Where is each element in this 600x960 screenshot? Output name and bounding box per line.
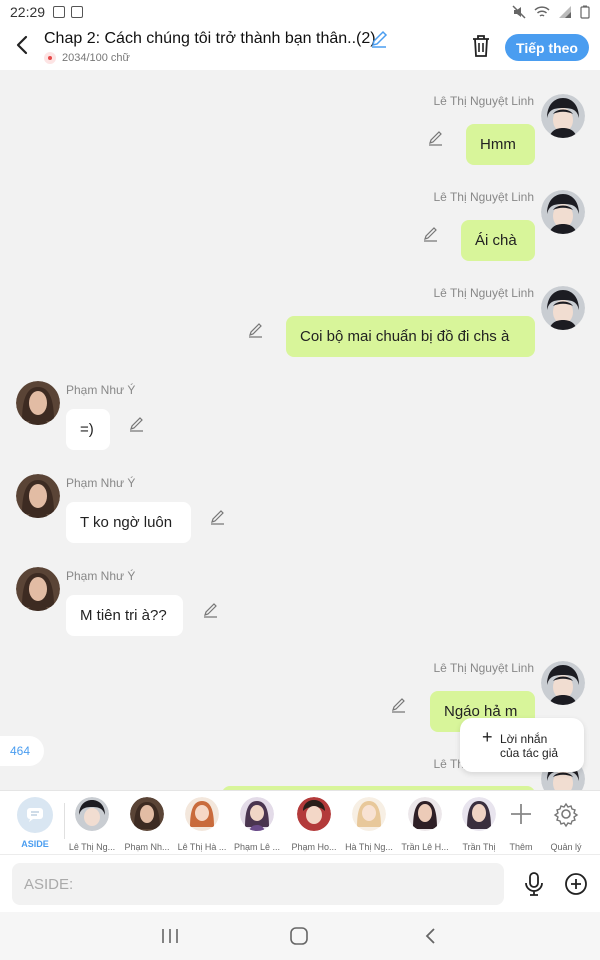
character-label: Hà Thị Ng...	[345, 842, 393, 852]
avatar[interactable]	[541, 661, 585, 705]
character-avatar	[297, 797, 331, 831]
character-avatar	[240, 797, 274, 831]
character-avatar	[408, 797, 442, 831]
aside-avatar	[17, 797, 53, 833]
character-bar: ASIDE Lê Thị Ng... Phạm Nh... Lê Thị Hà …	[0, 790, 600, 854]
message-bubble[interactable]: M tiên tri à??	[66, 595, 183, 636]
sender-name: Lê Thị Nguyệt Linh	[433, 661, 534, 675]
edit-title-pencil-icon[interactable]	[370, 30, 388, 48]
character-avatar	[462, 797, 496, 831]
chapter-title: Chap 2: Cách chúng tôi trở thành bạn thâ…	[44, 30, 376, 47]
character-avatar	[75, 797, 109, 831]
wifi-icon	[534, 6, 550, 17]
message-bubble[interactable]: Coi bộ mai chuẩn bị đồ đi chs à	[286, 316, 535, 357]
message-count-badge[interactable]: 464	[0, 736, 44, 766]
edit-message-pencil-icon[interactable]	[428, 130, 444, 146]
author-note-button[interactable]: + Lời nhắn của tác giả	[460, 718, 584, 772]
word-count: 2034/100 chữ	[44, 52, 130, 64]
edit-message-pencil-icon[interactable]	[248, 322, 264, 338]
character-label: Trần Lê H...	[401, 842, 449, 852]
word-count-text: 2034/100 chữ	[62, 52, 130, 64]
edit-message-pencil-icon[interactable]	[129, 416, 145, 432]
signal-icon	[559, 6, 571, 18]
message-bubble[interactable]: Ái chà	[461, 220, 535, 261]
status-time: 22:29	[10, 4, 46, 20]
system-nav-bar	[0, 912, 600, 960]
message-bubble[interactable]: T ko ngờ luôn	[66, 502, 191, 543]
character-label: Lê Thị Ng...	[68, 842, 116, 852]
character-item[interactable]: Lê Thị Ng...	[64, 797, 120, 852]
back-arrow-icon[interactable]	[12, 34, 34, 56]
sender-name: Phạm Như Ý	[66, 569, 136, 583]
status-bar: 22:29	[0, 0, 600, 24]
character-label: Quản lý	[550, 842, 582, 852]
character-label: ASIDE	[21, 839, 49, 849]
add-circle-icon[interactable]	[564, 872, 588, 896]
character-item[interactable]: Hà Thị Ng...	[341, 797, 397, 852]
author-note-label-1: Lời nhắn	[500, 732, 548, 746]
sender-name: Lê Thị Nguyệt Linh	[433, 94, 534, 108]
character-label: Phạm Nh...	[124, 842, 170, 852]
character-avatar	[352, 797, 386, 831]
sender-name: Phạm Như Ý	[66, 476, 136, 490]
record-dot-icon	[44, 52, 56, 64]
chat-area[interactable]: Lê Thị Nguyệt Linh Hmm Lê Thị Nguyệt Lin…	[0, 70, 600, 790]
character-item[interactable]: Phạm Nh...	[119, 797, 175, 852]
app-notification-icon	[71, 6, 84, 18]
avatar[interactable]	[541, 286, 585, 330]
avatar[interactable]	[541, 94, 585, 138]
author-note-label-2: của tác giả	[500, 746, 559, 760]
input-bar	[0, 854, 600, 912]
character-item[interactable]: Lê Thị Hà ...	[174, 797, 230, 852]
battery-icon	[580, 5, 590, 19]
chat-bubble-icon	[27, 808, 43, 822]
home-icon[interactable]	[287, 926, 311, 946]
mute-icon	[512, 5, 526, 19]
edit-message-pencil-icon[interactable]	[423, 226, 439, 242]
avatar[interactable]	[16, 381, 60, 425]
manage-characters-button[interactable]: Quản lý	[538, 797, 594, 852]
trash-icon[interactable]	[470, 34, 492, 58]
avatar[interactable]	[16, 474, 60, 518]
recent-apps-icon[interactable]	[158, 926, 182, 946]
gallery-notification-icon	[53, 6, 66, 18]
character-item[interactable]: Trần Lê H...	[397, 797, 453, 852]
character-item[interactable]: Phạm Lê ...	[229, 797, 285, 852]
character-label: Phạm Ho...	[291, 842, 337, 852]
back-nav-icon[interactable]	[419, 926, 443, 946]
sender-name: Phạm Như Ý	[66, 383, 136, 397]
character-label: Lê Thị Hà ...	[177, 842, 227, 852]
plus-icon	[511, 804, 531, 824]
message-bubble[interactable]: Hmm	[466, 124, 535, 165]
microphone-icon[interactable]	[522, 871, 546, 897]
message-bubble[interactable]: =)	[66, 409, 110, 450]
edit-message-pencil-icon[interactable]	[210, 509, 226, 525]
sender-name: Lê Thị Nguyệt Linh	[433, 286, 534, 300]
edit-message-pencil-icon[interactable]	[391, 697, 407, 713]
status-icons	[512, 5, 590, 19]
character-avatar	[130, 797, 164, 831]
character-item[interactable]: Phạm Ho...	[286, 797, 342, 852]
sender-name: Lê Thị Nguyệt Linh	[433, 190, 534, 204]
chapter-header: Chap 2: Cách chúng tôi trở thành bạn thâ…	[0, 24, 600, 70]
plus-icon: +	[482, 727, 493, 747]
gear-icon	[553, 802, 579, 828]
aside-message-input[interactable]	[12, 863, 504, 905]
edit-message-pencil-icon[interactable]	[203, 602, 219, 618]
character-avatar	[185, 797, 219, 831]
character-label: Phạm Lê ...	[233, 842, 281, 852]
avatar[interactable]	[16, 567, 60, 611]
avatar[interactable]	[541, 190, 585, 234]
character-aside[interactable]: ASIDE	[7, 797, 63, 849]
next-chapter-button[interactable]: Tiếp theo	[505, 34, 589, 61]
